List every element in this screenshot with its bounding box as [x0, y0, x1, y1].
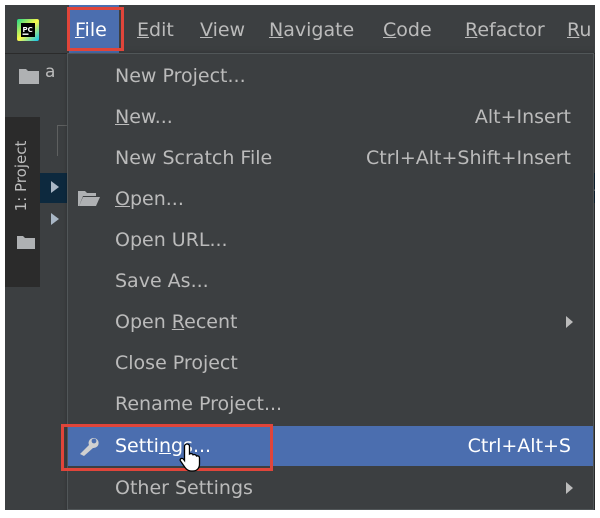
- submenu-arrow-icon: [566, 482, 573, 494]
- menu-navigate[interactable]: Navigate: [269, 5, 354, 53]
- folder-icon: [17, 236, 35, 249]
- shortcut-label: Ctrl+Alt+S: [467, 435, 571, 457]
- expand-arrow-icon[interactable]: [51, 181, 59, 193]
- svg-text:PC: PC: [23, 26, 33, 34]
- highlight-box-file: [67, 7, 124, 51]
- menu-view[interactable]: View: [200, 5, 245, 53]
- expand-arrow-icon[interactable]: [51, 213, 59, 225]
- mouse-cursor-icon: [179, 443, 201, 472]
- menu-code[interactable]: Code: [383, 5, 432, 53]
- shortcut-label: Alt+Insert: [474, 106, 571, 128]
- open-folder-icon: [78, 191, 100, 206]
- breadcrumb[interactable]: a: [45, 62, 55, 82]
- highlight-box-settings: [61, 424, 273, 471]
- menu-item-new-project[interactable]: New Project...: [68, 56, 593, 96]
- menu-item-other-settings[interactable]: Other Settings: [68, 468, 593, 508]
- tab-project[interactable]: 1: Project: [7, 125, 37, 235]
- menu-run[interactable]: Ru: [567, 5, 591, 53]
- menu-item-open-url[interactable]: Open URL...: [68, 220, 593, 260]
- menu-item-open-recent[interactable]: Open Recent: [68, 302, 593, 342]
- menu-item-rename-project[interactable]: Rename Project...: [68, 384, 593, 424]
- ide-window: PC File Edit View Navigate Code Refactor…: [5, 5, 595, 510]
- menu-item-open[interactable]: Open...: [68, 179, 593, 219]
- menu-refactor[interactable]: Refactor: [465, 5, 545, 53]
- menu-item-save-as[interactable]: Save As...: [68, 261, 593, 301]
- menu-edit[interactable]: Edit: [137, 5, 174, 53]
- menu-item-new-scratch-file[interactable]: New Scratch File Ctrl+Alt+Shift+Insert: [68, 138, 593, 178]
- folder-icon: [19, 69, 39, 84]
- pycharm-logo-icon: PC: [17, 19, 39, 41]
- submenu-arrow-icon: [566, 316, 573, 328]
- menu-item-new[interactable]: New... Alt+Insert: [68, 97, 593, 137]
- menu-item-close-project[interactable]: Close Project: [68, 343, 593, 383]
- shortcut-label: Ctrl+Alt+Shift+Insert: [366, 147, 571, 169]
